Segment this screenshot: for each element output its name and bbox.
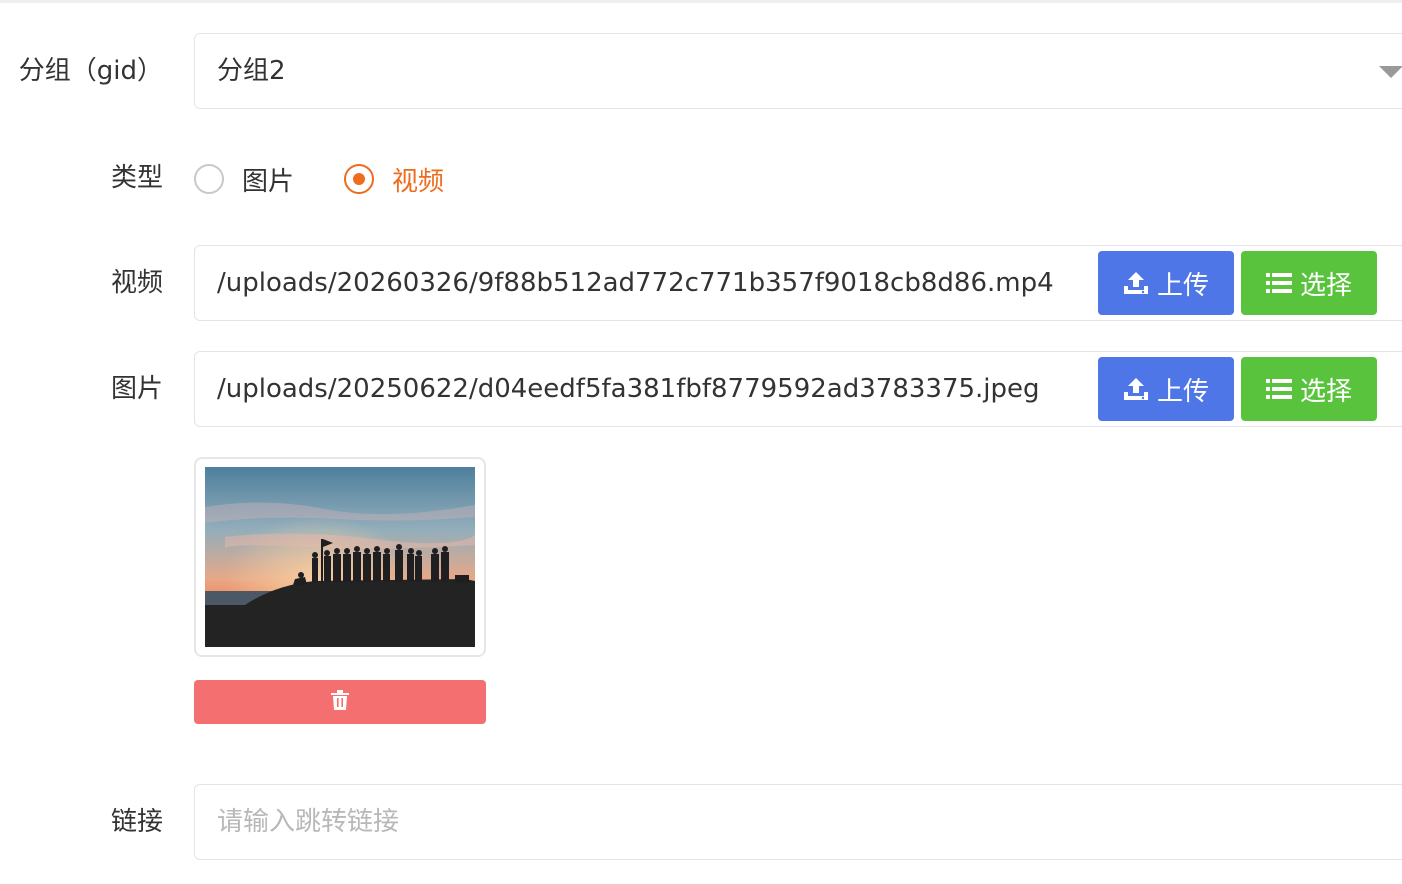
preview-photo: [205, 467, 475, 647]
type-label: 类型: [110, 163, 163, 193]
link-label: 链接: [110, 807, 163, 837]
group-select[interactable]: 分组2: [194, 33, 1402, 109]
radio-circle-icon: [194, 164, 224, 194]
type-radio-group: 图片 视频: [194, 160, 444, 198]
radio-video[interactable]: 视频: [344, 161, 444, 198]
radio-image-label: 图片: [242, 166, 295, 197]
video-input-value: /uploads/20260326/9f88b512ad772c771b357f…: [217, 268, 1054, 298]
image-input-value: /uploads/20250622/d04eedf5fa381fbf877959…: [217, 374, 1040, 404]
top-divider: [0, 0, 1402, 3]
group-select-value: 分组2: [217, 56, 286, 86]
image-upload-button[interactable]: 上传: [1098, 357, 1234, 421]
link-input[interactable]: 请输入跳转链接: [194, 784, 1402, 860]
trash-icon: [331, 690, 349, 714]
group-label: 分组（gid）: [18, 56, 163, 86]
link-input-placeholder: 请输入跳转链接: [217, 807, 400, 837]
image-select-label: 选择: [1299, 376, 1352, 407]
video-select-label: 选择: [1299, 270, 1352, 301]
image-select-button[interactable]: 选择: [1241, 357, 1377, 421]
list-icon: [1265, 378, 1292, 400]
radio-checked-icon: [344, 164, 375, 194]
video-upload-label: 上传: [1156, 270, 1209, 301]
upload-icon: [1123, 377, 1149, 401]
caret-down-icon: [1379, 66, 1402, 78]
video-upload-button[interactable]: 上传: [1098, 251, 1234, 315]
video-select-button[interactable]: 选择: [1241, 251, 1377, 315]
image-label: 图片: [110, 374, 163, 404]
delete-image-button[interactable]: [194, 680, 486, 724]
radio-video-label: 视频: [392, 166, 445, 197]
radio-image[interactable]: 图片: [194, 161, 294, 198]
image-preview[interactable]: [194, 457, 486, 657]
image-upload-label: 上传: [1156, 376, 1209, 407]
video-label: 视频: [110, 268, 163, 298]
list-icon: [1265, 272, 1292, 294]
upload-icon: [1123, 271, 1149, 295]
